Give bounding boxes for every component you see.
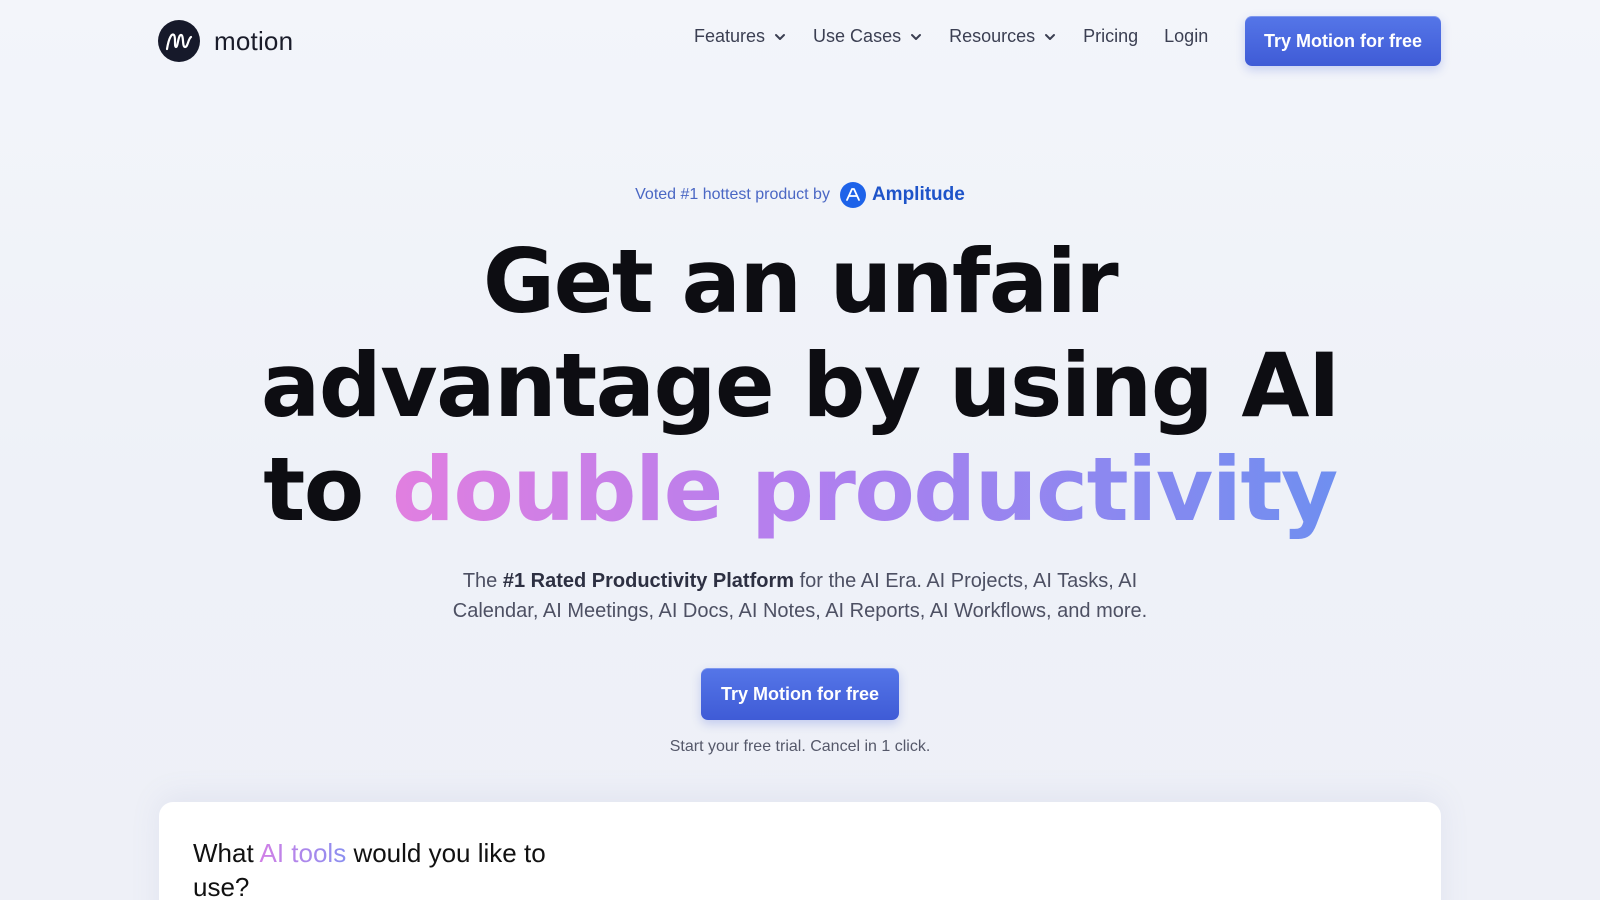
amplitude-logo: Amplitude: [839, 182, 965, 208]
top-nav: motion Features Use Cases Resources Pric…: [0, 0, 1600, 82]
headline-highlight: double productivity: [391, 438, 1338, 541]
hero-headline: Get an unfair advantage by using AI to d…: [0, 230, 1600, 542]
amplitude-icon: [839, 182, 866, 208]
chevron-down-icon: [775, 33, 786, 40]
sub-bold: #1 Rated Productivity Platform: [502, 570, 795, 592]
sub-lead: The: [462, 570, 498, 592]
voted-text: Voted #1 hottest product by: [635, 186, 830, 203]
card-title-highlight: AI tools: [259, 838, 347, 868]
page: motion Features Use Cases Resources Pric…: [0, 0, 1600, 900]
nav-item-features[interactable]: Features: [694, 26, 787, 47]
nav-item-resources[interactable]: Resources: [949, 26, 1057, 47]
hero-try-free-button[interactable]: Try Motion for free: [701, 668, 899, 720]
ai-tools-card: What AI tools would you like to use?: [159, 802, 1441, 900]
nav-item-label: Pricing: [1083, 26, 1139, 46]
nav-links: Features Use Cases Resources Pricing Log…: [694, 26, 1208, 47]
sub-rest: for the AI Era. AI Projects, AI Tasks, A…: [799, 570, 1138, 592]
chevron-down-icon: [911, 33, 922, 40]
nav-item-login[interactable]: Login: [1164, 26, 1208, 47]
voted-badge: Voted #1 hottest product by Amplitude: [0, 182, 1600, 208]
headline-line-1: Get an unfair: [482, 230, 1119, 333]
card-title: What AI tools would you like to use?: [193, 836, 573, 900]
amplitude-wordmark: Amplitude: [871, 184, 965, 205]
sub-line-2: Calendar, AI Meetings, AI Docs, AI Notes…: [452, 600, 1148, 622]
card-title-prefix: What: [193, 838, 254, 868]
chevron-down-icon: [1045, 33, 1056, 40]
brand-logo[interactable]: motion: [158, 20, 293, 62]
trial-note: Start your free trial. Cancel in 1 click…: [669, 738, 931, 755]
hero-subheading: The #1 Rated Productivity Platform for t…: [0, 566, 1600, 626]
brand-name: motion: [214, 25, 294, 56]
nav-item-pricing[interactable]: Pricing: [1083, 26, 1138, 47]
headline-line-3-prefix: to: [263, 438, 364, 541]
nav-try-free-button[interactable]: Try Motion for free: [1245, 16, 1441, 66]
nav-item-use-cases[interactable]: Use Cases: [813, 26, 923, 47]
nav-item-label: Use Cases: [813, 26, 902, 46]
nav-item-label: Features: [694, 26, 766, 46]
headline-line-2: advantage by using AI: [260, 334, 1341, 437]
motion-logo-icon: [158, 20, 200, 62]
nav-item-label: Login: [1164, 26, 1209, 46]
nav-item-label: Resources: [949, 26, 1036, 46]
